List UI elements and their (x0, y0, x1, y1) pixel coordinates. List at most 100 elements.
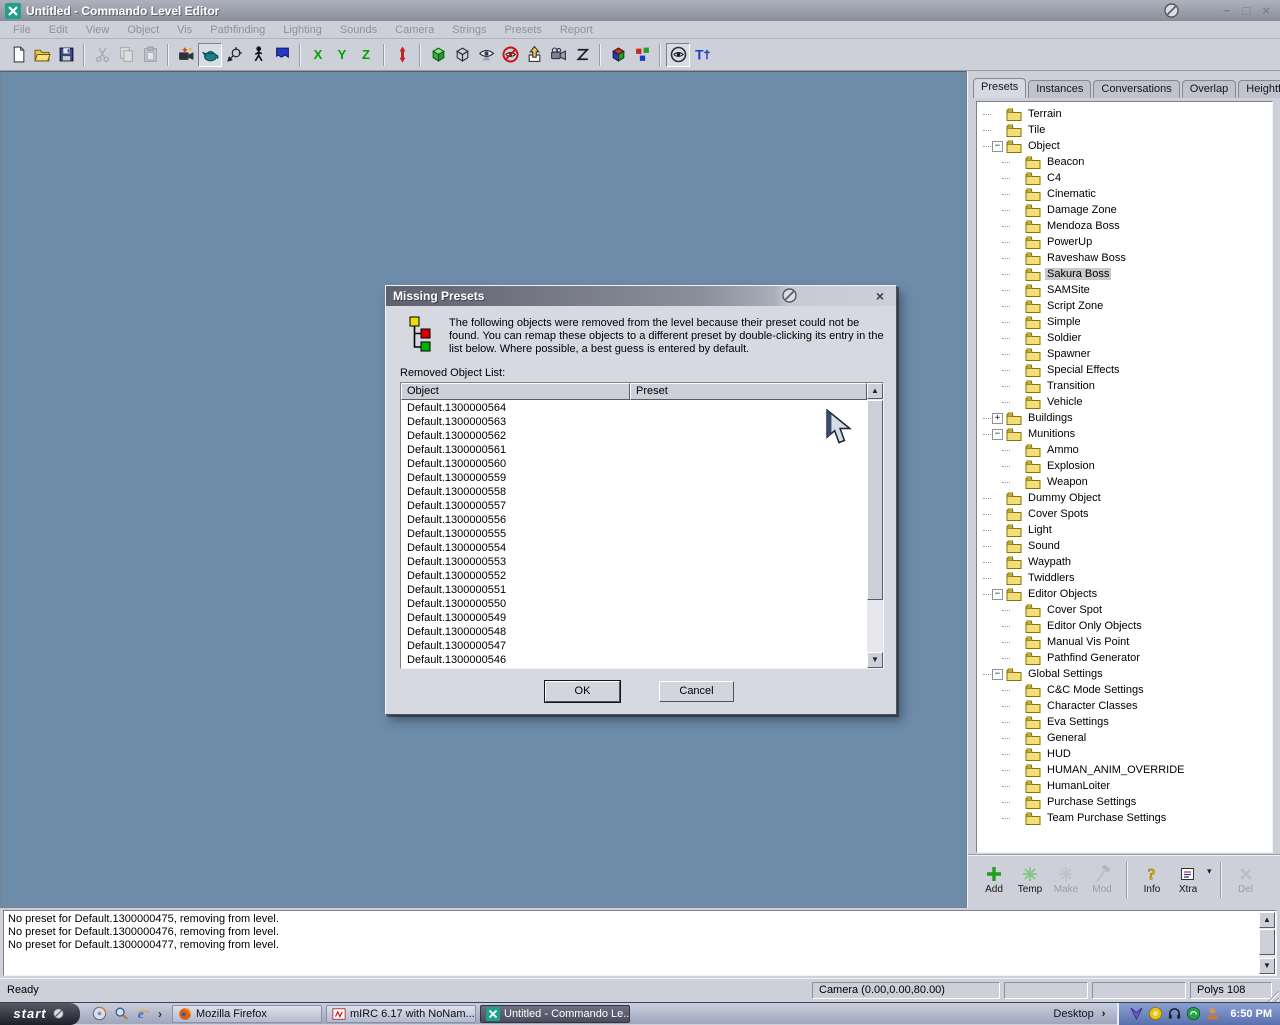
removed-object-row[interactable]: Default.1300000555 (402, 527, 866, 541)
dialog-close-icon[interactable]: × (876, 287, 884, 305)
media-icon[interactable] (1186, 1006, 1201, 1021)
chevron-right-icon[interactable]: › (158, 1007, 162, 1021)
ie-icon[interactable]: e (136, 1006, 151, 1021)
minimize-button[interactable]: − (1223, 2, 1231, 19)
color-dots-button[interactable] (630, 43, 654, 67)
menu-view[interactable]: View (77, 22, 119, 38)
axis-y-button[interactable]: Y (330, 43, 354, 67)
ok-button[interactable]: OK (545, 681, 620, 702)
new-document-button[interactable] (6, 43, 30, 67)
tree-item-object[interactable]: −Object (977, 138, 1272, 154)
tree-item-terrain[interactable]: Terrain (977, 106, 1272, 122)
tree-item-simple[interactable]: Simple (977, 314, 1272, 330)
log-scrollbar[interactable]: ▲ ▼ (1259, 912, 1275, 974)
taskbar-task-untitled-commando-le[interactable]: Untitled - Commando Le... (480, 1005, 630, 1023)
tree-item-waypath[interactable]: Waypath (977, 554, 1272, 570)
tree-item-light[interactable]: Light (977, 522, 1272, 538)
menu-report[interactable]: Report (551, 22, 602, 38)
menu-sounds[interactable]: Sounds (331, 22, 386, 38)
camera-wizard-button[interactable] (174, 43, 198, 67)
dialog-titlebar[interactable]: Missing Presets × (386, 286, 896, 306)
eye-ring-button[interactable] (666, 43, 690, 67)
tree-item-vehicle[interactable]: Vehicle (977, 394, 1272, 410)
scroll-up-icon[interactable]: ▲ (1259, 912, 1275, 928)
tree-item-script-zone[interactable]: Script Zone (977, 298, 1272, 314)
tree-item-humanloiter[interactable]: HumanLoiter (977, 778, 1272, 794)
tree-item-powerup[interactable]: PowerUp (977, 234, 1272, 250)
headset-icon[interactable] (1167, 1006, 1182, 1021)
scroll-down-icon[interactable]: ▼ (867, 652, 883, 668)
removed-object-row[interactable]: Default.1300000551 (402, 583, 866, 597)
removed-object-row[interactable]: Default.1300000553 (402, 555, 866, 569)
removed-object-row[interactable]: Default.1300000547 (402, 639, 866, 653)
removed-object-row[interactable]: Default.1300000546 (402, 653, 866, 667)
vertical-drop-button[interactable] (390, 43, 414, 67)
scroll-thumb[interactable] (1259, 929, 1275, 955)
menu-strings[interactable]: Strings (443, 22, 495, 38)
tree-item-character-classes[interactable]: Character Classes (977, 698, 1272, 714)
camera-button[interactable] (546, 43, 570, 67)
tree-item-mendoza-boss[interactable]: Mendoza Boss (977, 218, 1272, 234)
removed-object-row[interactable]: Default.1300000561 (402, 443, 866, 457)
tree-item-editor-objects[interactable]: −Editor Objects (977, 586, 1272, 602)
scroll-up-icon[interactable]: ▲ (867, 383, 883, 399)
paste-button[interactable] (138, 43, 162, 67)
search-icon[interactable] (114, 1006, 129, 1021)
tree-item-editor-only-objects[interactable]: Editor Only Objects (977, 618, 1272, 634)
messenger-icon[interactable] (1129, 1006, 1144, 1021)
update-icon[interactable] (1148, 1006, 1163, 1021)
tab-instances[interactable]: Instances (1028, 80, 1091, 98)
gizmo-button[interactable] (222, 43, 246, 67)
tab-overlap[interactable]: Overlap (1182, 80, 1237, 98)
scroll-thumb[interactable] (867, 400, 883, 600)
menu-lighting[interactable]: Lighting (274, 22, 331, 38)
menu-pathfinding[interactable]: Pathfinding (201, 22, 274, 38)
temp-button[interactable]: Temp (1013, 865, 1047, 895)
removed-object-row[interactable]: Default.1300000564 (402, 401, 866, 415)
window-titlebar[interactable]: Untitled - Commando Level Editor −□× (0, 0, 1280, 21)
tree-item-c4[interactable]: C4 (977, 170, 1272, 186)
tree-item-explosion[interactable]: Explosion (977, 458, 1272, 474)
axis-x-button[interactable]: X (306, 43, 330, 67)
removed-object-row[interactable]: Default.1300000563 (402, 415, 866, 429)
tree-item-weapon[interactable]: Weapon (977, 474, 1272, 490)
removed-object-row[interactable]: Default.1300000554 (402, 541, 866, 555)
tree-item-munitions[interactable]: −Munitions (977, 426, 1272, 442)
tree-item-tile[interactable]: Tile (977, 122, 1272, 138)
tree-toggle-collapse-icon[interactable]: − (992, 669, 1003, 680)
menu-vis[interactable]: Vis (168, 22, 201, 38)
color-cube-button[interactable] (606, 43, 630, 67)
save-button[interactable] (54, 43, 78, 67)
user-icon[interactable] (1205, 1006, 1220, 1021)
removed-object-row[interactable]: Default.1300000549 (402, 611, 866, 625)
removed-object-row[interactable]: Default.1300000559 (402, 471, 866, 485)
tree-item-pathfind-generator[interactable]: Pathfind Generator (977, 650, 1272, 666)
removed-object-row[interactable]: Default.1300000558 (402, 485, 866, 499)
taskbar-task-mirc-6-17-with-nonam[interactable]: mIRC 6.17 with NoNam... (326, 1005, 476, 1023)
menu-camera[interactable]: Camera (386, 22, 443, 38)
tree-item-special-effects[interactable]: Special Effects (977, 362, 1272, 378)
tree-item-cinematic[interactable]: Cinematic (977, 186, 1272, 202)
menu-presets[interactable]: Presets (496, 22, 551, 38)
presets-tree[interactable]: TerrainTile−ObjectBeaconC4CinematicDamag… (976, 101, 1273, 853)
tree-item-dummy-object[interactable]: Dummy Object (977, 490, 1272, 506)
tree-item-damage-zone[interactable]: Damage Zone (977, 202, 1272, 218)
removed-object-row[interactable]: Default.1300000562 (402, 429, 866, 443)
tree-item-global-settings[interactable]: −Global Settings (977, 666, 1272, 682)
tree-item-twiddlers[interactable]: Twiddlers (977, 570, 1272, 586)
tree-item-c-c-mode-settings[interactable]: C&C Mode Settings (977, 682, 1272, 698)
tree-item-sakura-boss[interactable]: Sakura Boss (977, 266, 1272, 282)
zone-button[interactable] (570, 43, 594, 67)
tree-item-cover-spot[interactable]: Cover Spot (977, 602, 1272, 618)
wire-box-button[interactable] (450, 43, 474, 67)
tree-toggle-expand-icon[interactable]: + (992, 413, 1003, 424)
tree-item-transition[interactable]: Transition (977, 378, 1272, 394)
eye-blocked-button[interactable] (498, 43, 522, 67)
cut-button[interactable] (90, 43, 114, 67)
column-header-preset[interactable]: Preset (630, 383, 867, 400)
tree-item-general[interactable]: General (977, 730, 1272, 746)
tab-conversations[interactable]: Conversations (1093, 80, 1179, 98)
eye-button[interactable] (474, 43, 498, 67)
copy-button[interactable] (114, 43, 138, 67)
raise-object-button[interactable] (522, 43, 546, 67)
